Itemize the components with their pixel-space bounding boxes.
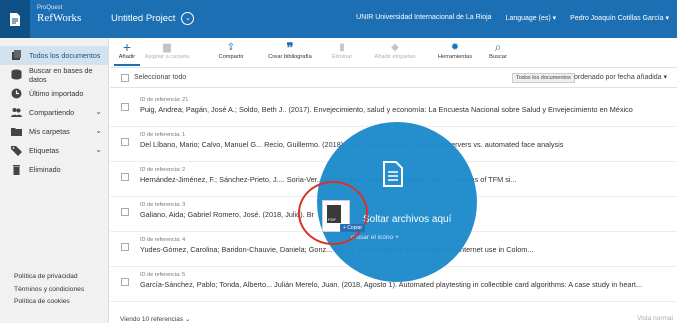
- reference-id: ID de referencia: 1: [140, 132, 186, 138]
- reference-id: ID de referencia: 4: [140, 237, 186, 243]
- document-icon: [383, 161, 403, 187]
- sidebar-item-sharing[interactable]: Compartiendo ⌄: [0, 103, 108, 122]
- filter-badge[interactable]: Todos los documentos: [512, 73, 575, 83]
- row-checkbox[interactable]: [121, 208, 129, 216]
- user-menu[interactable]: Pedro Joaquín Cotillas García ▾: [570, 14, 669, 22]
- tag-icon: [11, 146, 22, 156]
- assign-folder-label: Asignar a carpeta: [144, 54, 190, 60]
- sort-order-dropdown[interactable]: ordenado por fecha añadida ▾: [574, 73, 667, 81]
- language-menu[interactable]: Language (es) ▾: [506, 14, 557, 22]
- reference-citation[interactable]: Puig, Andrea; Pagán, José A.; Soldo, Bet…: [140, 105, 670, 114]
- sidebar-item-tags[interactable]: Etiquetas ⌄: [0, 141, 108, 160]
- page-size-dropdown[interactable]: Viendo 10 referencias ⌄: [120, 315, 190, 323]
- clock-icon: [11, 88, 22, 99]
- plus-icon: +: [122, 39, 132, 55]
- create-bibliography-button[interactable]: ❞ Crear bibliografía: [262, 41, 318, 60]
- selection-bar: Seleccionar todo Todos los documentos or…: [110, 68, 677, 88]
- sidebar-item-all-documents[interactable]: Todos los documentos: [0, 46, 108, 65]
- active-tab-indicator: [114, 64, 140, 66]
- proquest-label: ProQuest: [37, 5, 63, 11]
- reference-id: ID de referencia: 2: [140, 167, 186, 173]
- drop-title: Soltar archivos aquí: [363, 214, 452, 225]
- refworks-logo[interactable]: ProQuest RefWorks: [37, 5, 81, 24]
- row-checkbox[interactable]: [121, 138, 129, 146]
- sidebar-item-label: Compartiendo: [29, 108, 75, 117]
- add-tags-label: Añadir etiquetas: [374, 54, 416, 60]
- row-checkbox[interactable]: [121, 103, 129, 111]
- pagination-bar: Viendo 10 referencias ⌄ Vista normal: [110, 313, 677, 323]
- refworks-label: RefWorks: [37, 12, 82, 24]
- cookies-policy-link[interactable]: Política de cookies: [14, 296, 84, 309]
- terms-link[interactable]: Términos y condiciones: [14, 284, 84, 297]
- sidebar-item-deleted[interactable]: Eliminado: [0, 160, 108, 179]
- sidebar-item-label: Buscar en bases de datos: [29, 65, 93, 84]
- folder-icon: [11, 128, 22, 136]
- quote-icon: ❞: [286, 40, 294, 55]
- sidebar-item-last-imported[interactable]: Último importado: [0, 84, 108, 103]
- sidebar-item-label: Etiquetas: [29, 146, 59, 155]
- tools-button[interactable]: ✹ Herramientas: [434, 41, 476, 60]
- copy-tooltip: + Copiar: [340, 224, 366, 232]
- project-name: Untitled Project: [111, 13, 176, 24]
- share-icon: ⇪: [226, 42, 236, 53]
- view-mode-label[interactable]: Vista normal: [637, 315, 673, 322]
- search-label: Buscar: [489, 54, 507, 60]
- select-all-label[interactable]: Seleccionar todo: [134, 74, 186, 81]
- create-bibliography-label: Crear bibliografía: [268, 54, 312, 60]
- tools-label: Herramientas: [437, 54, 473, 60]
- delete-button[interactable]: ▮ Eliminar: [328, 41, 356, 60]
- sidebar-item-search-databases[interactable]: Buscar en bases de datos: [0, 65, 108, 84]
- sidebar: Todos los documentos Buscar en bases de …: [0, 38, 109, 323]
- row-checkbox[interactable]: [121, 278, 129, 286]
- document-logo-icon[interactable]: [0, 0, 30, 38]
- sidebar-item-label: Mis carpetas: [29, 127, 70, 136]
- top-right-menu: UNIR Universidad Internacional de La Rio…: [356, 14, 669, 22]
- top-bar: ProQuest RefWorks Untitled Project ⌄ UNI…: [0, 0, 677, 38]
- chevron-down-icon[interactable]: ⌄: [181, 12, 195, 25]
- sidebar-item-label: Todos los documentos: [29, 51, 101, 60]
- select-all-checkbox[interactable]: [121, 74, 129, 82]
- reference-id: ID de referencia: 5: [140, 272, 186, 278]
- institution-name[interactable]: UNIR Universidad Internacional de La Rio…: [356, 14, 491, 22]
- folder-icon: ▆: [163, 42, 171, 53]
- sidebar-footer: Política de privacidad Términos y condic…: [14, 271, 84, 309]
- sidebar-item-my-folders[interactable]: Mis carpetas ⌄: [0, 122, 108, 141]
- trash-icon: ▮: [339, 42, 345, 53]
- tag-icon: ◆: [391, 42, 399, 53]
- add-label: Añadir: [118, 54, 136, 60]
- add-button[interactable]: + Añadir: [116, 39, 138, 60]
- reference-id: ID de referencia: 3: [140, 202, 186, 208]
- share-label: Compartir: [218, 54, 244, 60]
- sidebar-item-label: Eliminado: [29, 165, 61, 174]
- add-tags-button[interactable]: ◆ Añadir etiquetas: [368, 41, 422, 60]
- chevron-down-icon[interactable]: ⌄: [95, 126, 102, 135]
- reference-id: ID de referencia: 21: [140, 97, 189, 103]
- search-icon: ⌕: [494, 40, 502, 54]
- trash-icon: [13, 165, 20, 175]
- row-checkbox[interactable]: [121, 243, 129, 251]
- project-selector[interactable]: Untitled Project ⌄: [111, 12, 195, 25]
- chevron-down-icon[interactable]: ⌄: [95, 107, 102, 116]
- sidebar-item-label: Último importado: [29, 89, 84, 98]
- pdf-label: PDF: [328, 217, 336, 222]
- users-icon: [11, 108, 22, 117]
- row-checkbox[interactable]: [121, 173, 129, 181]
- search-button[interactable]: ⌕ Buscar: [486, 40, 510, 61]
- gear-icon: ✹: [450, 42, 460, 53]
- privacy-policy-link[interactable]: Política de privacidad: [14, 271, 84, 284]
- app-window: ProQuest RefWorks Untitled Project ⌄ UNI…: [0, 0, 677, 323]
- database-icon: [11, 69, 22, 80]
- delete-label: Eliminar: [331, 54, 353, 60]
- assign-folder-button[interactable]: ▆ Asignar a carpeta: [144, 41, 190, 60]
- chevron-down-icon[interactable]: ⌄: [95, 145, 102, 154]
- documents-icon: [12, 50, 21, 60]
- toolbar: + Añadir ▆ Asignar a carpeta ⇪ Compartir…: [110, 38, 677, 68]
- share-button[interactable]: ⇪ Compartir: [216, 41, 246, 60]
